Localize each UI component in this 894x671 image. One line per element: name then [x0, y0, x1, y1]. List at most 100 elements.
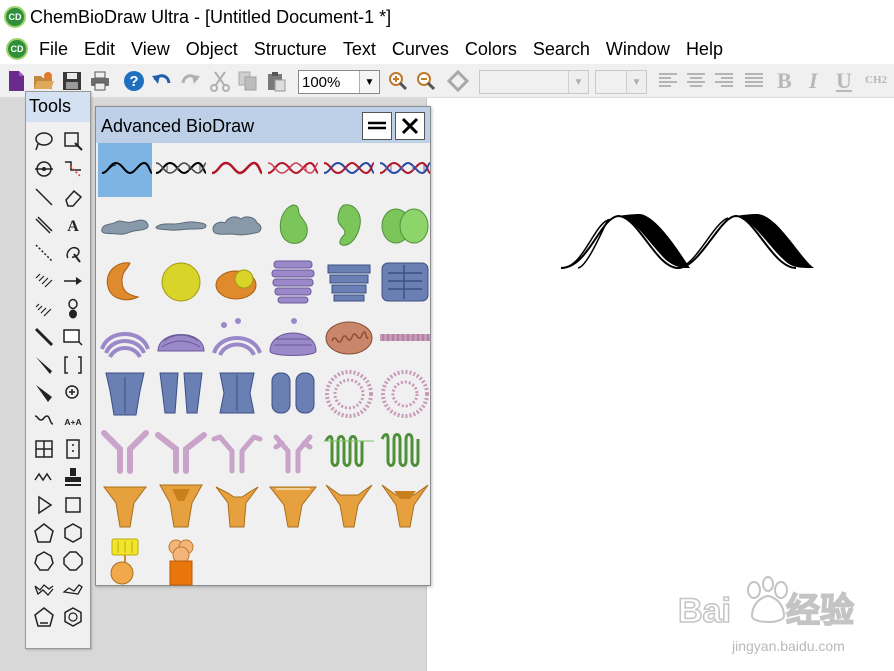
golgi-vesicle-icon[interactable] — [210, 311, 264, 365]
copy-icon[interactable] — [236, 69, 260, 93]
drawing-elements-icon[interactable] — [60, 324, 86, 350]
chevron-down-icon[interactable]: ▼ — [626, 71, 646, 93]
print-icon[interactable] — [88, 69, 112, 93]
receptor-v-cup-icon[interactable] — [378, 479, 432, 533]
er-cube-icon[interactable] — [378, 255, 432, 309]
save-icon[interactable] — [60, 69, 84, 93]
dna-double-helix-icon[interactable] — [154, 143, 208, 197]
document-menu-icon[interactable]: CD — [6, 38, 28, 60]
hashed-wedge-icon[interactable] — [31, 296, 57, 322]
text-tool-icon[interactable]: A — [60, 212, 86, 238]
liposome-icon[interactable] — [322, 367, 376, 421]
er-stack-icon[interactable] — [322, 255, 376, 309]
antibody-icon[interactable] — [98, 423, 152, 477]
menu-file[interactable]: File — [36, 39, 71, 60]
rna-helix-icon[interactable] — [210, 143, 264, 197]
transporter-icon[interactable] — [210, 367, 264, 421]
golgi-dome-icon[interactable] — [154, 311, 208, 365]
marquee-tool-icon[interactable] — [60, 128, 86, 154]
formula-button[interactable]: CH2 — [865, 74, 887, 86]
dna-single-helix-icon[interactable] — [98, 143, 152, 197]
menu-search[interactable]: Search — [530, 39, 593, 60]
antibody-fragment-icon[interactable] — [266, 423, 320, 477]
tlc-plate-icon[interactable] — [60, 436, 86, 462]
new-document-icon[interactable] — [4, 69, 28, 93]
benzene-ring-icon[interactable] — [60, 604, 86, 630]
zoom-in-icon[interactable] — [386, 69, 410, 93]
cyclohexane-boat-icon[interactable] — [60, 576, 86, 602]
menu-object[interactable]: Object — [183, 39, 241, 60]
gpcr-receptor-alt-icon[interactable] — [378, 423, 432, 477]
menu-help[interactable]: Help — [683, 39, 726, 60]
align-left-icon[interactable] — [656, 69, 680, 93]
cyclopentadiene-icon[interactable] — [31, 604, 57, 630]
receptor-v-icon[interactable] — [322, 479, 376, 533]
yellow-sphere-icon[interactable] — [154, 255, 208, 309]
dna-colored-helix-icon[interactable] — [378, 143, 432, 197]
menu-view[interactable]: View — [128, 39, 173, 60]
transporter-open-icon[interactable] — [266, 367, 320, 421]
zoom-out-icon[interactable] — [414, 69, 438, 93]
hashed-bond-icon[interactable] — [31, 268, 57, 294]
golgi-stack-icon[interactable] — [266, 255, 320, 309]
chevron-down-icon[interactable]: ▼ — [359, 71, 379, 93]
help-icon[interactable]: ? — [122, 69, 146, 93]
receptor-wide-icon[interactable] — [266, 479, 320, 533]
dashed-bond-icon[interactable] — [31, 240, 57, 266]
palette-close-button[interactable] — [395, 112, 425, 140]
eraser-bond-icon[interactable] — [60, 156, 86, 182]
green-bean-icon[interactable] — [322, 199, 376, 253]
cut-icon[interactable] — [208, 69, 232, 93]
orange-crescent-icon[interactable] — [98, 255, 152, 309]
mitochondrion-icon[interactable] — [322, 311, 376, 365]
justify-icon[interactable] — [742, 69, 766, 93]
dna-rna-hybrid-icon[interactable] — [322, 143, 376, 197]
text-swap-icon[interactable]: A+A — [60, 408, 86, 434]
receptor-funnel-icon[interactable] — [98, 479, 152, 533]
menu-structure[interactable]: Structure — [251, 39, 330, 60]
heptagon-ring-icon[interactable] — [31, 548, 57, 574]
undo-icon[interactable] — [150, 69, 174, 93]
bold-button[interactable]: B — [777, 68, 792, 94]
biodraw-palette-titlebar[interactable]: Advanced BioDraw — [96, 107, 430, 143]
chemical-symbols-icon[interactable] — [60, 380, 86, 406]
menu-window[interactable]: Window — [603, 39, 673, 60]
template-stamp-icon[interactable] — [60, 464, 86, 490]
pentagon-ring-icon[interactable] — [31, 520, 57, 546]
double-bond-icon[interactable] — [31, 212, 57, 238]
palette-menu-button[interactable] — [362, 112, 392, 140]
menu-text[interactable]: Text — [340, 39, 379, 60]
single-bond-icon[interactable] — [31, 184, 57, 210]
rna-double-helix-icon[interactable] — [266, 143, 320, 197]
lasso-tool-icon[interactable] — [31, 128, 57, 154]
paste-icon[interactable] — [264, 69, 288, 93]
pen-tool-icon[interactable] — [60, 240, 86, 266]
zoom-select[interactable]: 100% ▼ — [298, 70, 380, 94]
menu-colors[interactable]: Colors — [462, 39, 520, 60]
wavy-bond-icon[interactable] — [31, 408, 57, 434]
redo-icon[interactable] — [178, 69, 202, 93]
menu-edit[interactable]: Edit — [81, 39, 118, 60]
brackets-icon[interactable] — [60, 352, 86, 378]
orange-yellow-cell-icon[interactable] — [210, 255, 264, 309]
show-element-icon[interactable] — [446, 69, 470, 93]
receptor-cup-icon[interactable] — [154, 479, 208, 533]
ribosome-icon[interactable] — [154, 535, 208, 589]
membrane-flat-icon[interactable] — [154, 199, 208, 253]
micelle-icon[interactable] — [378, 367, 432, 421]
wedge-bond-icon[interactable] — [31, 352, 57, 378]
arrow-tool-icon[interactable] — [60, 268, 86, 294]
font-name-select[interactable]: ▼ — [479, 70, 589, 94]
chevron-down-icon[interactable]: ▼ — [568, 71, 588, 93]
square-ring-icon[interactable] — [60, 492, 86, 518]
actin-filament-icon[interactable] — [378, 311, 432, 365]
italic-button[interactable]: I — [809, 68, 818, 94]
underline-button[interactable]: U — [836, 68, 852, 94]
membrane-cluster-icon[interactable] — [210, 199, 264, 253]
membrane-blob-icon[interactable] — [98, 199, 152, 253]
menu-curves[interactable]: Curves — [389, 39, 452, 60]
bold-bond-icon[interactable] — [31, 324, 57, 350]
font-size-select[interactable]: ▼ — [595, 70, 647, 94]
receptor-y-icon[interactable] — [210, 479, 264, 533]
ion-channel-open-icon[interactable] — [154, 367, 208, 421]
